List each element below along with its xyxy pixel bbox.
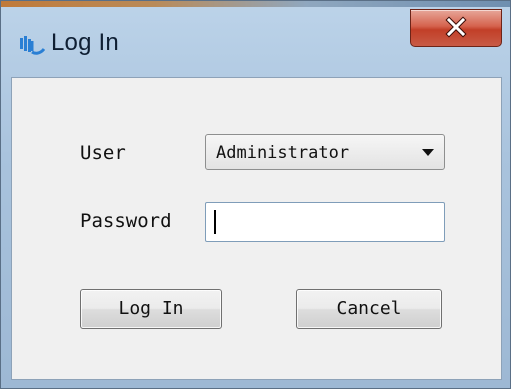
close-icon xyxy=(444,15,468,39)
chevron-down-icon[interactable] xyxy=(422,149,434,156)
user-select[interactable]: Administrator xyxy=(205,134,445,170)
text-cursor xyxy=(214,210,216,234)
password-field[interactable] xyxy=(205,202,445,242)
login-button[interactable]: Log In xyxy=(80,289,222,329)
close-button[interactable] xyxy=(410,9,502,47)
window-title: Log In xyxy=(51,29,119,56)
title-bar[interactable]: Log In xyxy=(1,1,510,77)
password-label: Password xyxy=(80,210,172,232)
login-window: Log In User Administrator Password Log I… xyxy=(0,0,511,389)
user-select-value: Administrator xyxy=(216,143,350,163)
dialog-body: User Administrator Password Log In Cance… xyxy=(11,77,502,380)
cancel-button[interactable]: Cancel xyxy=(296,289,442,329)
user-label: User xyxy=(80,142,126,164)
app-logo-icon xyxy=(19,35,46,55)
